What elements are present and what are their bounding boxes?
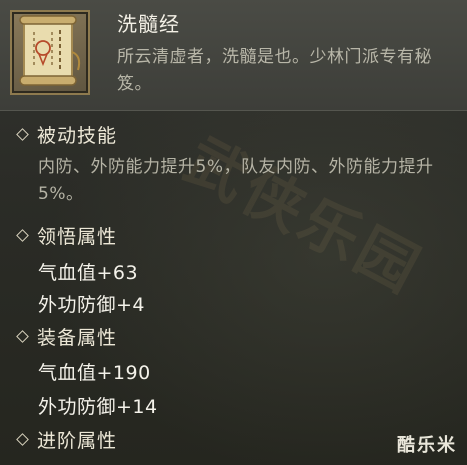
diamond-bullet-icon — [16, 229, 29, 242]
diamond-bullet-icon — [16, 433, 29, 446]
item-name: 洗髓经 — [117, 12, 180, 36]
scroll-icon — [10, 10, 90, 95]
equipment-stat-hp: 气血值+190 — [38, 362, 151, 384]
passive-description: 内防、外防能力提升5%，队友内防、外防能力提升5%。 — [38, 157, 434, 204]
section-title-label: 装备属性 — [37, 327, 118, 349]
item-description: 所云清虚者，洗髓是也。少林门派专有秘笈。 — [117, 47, 432, 94]
diamond-bullet-icon — [16, 330, 29, 343]
comprehension-stat-hp: 气血值+63 — [38, 262, 139, 284]
watermark-text: 武侠乐园 — [173, 125, 433, 308]
item-tooltip: 武侠乐园 洗髓经 所云清虚者，洗髓是也。少林门派专有秘笈。 被动技能 内防、外防… — [0, 0, 467, 465]
section-title-label: 进阶属性 — [37, 430, 118, 452]
section-advanced-title: 进阶属性 — [16, 426, 117, 453]
section-passive-title: 被动技能 — [16, 121, 117, 148]
comprehension-stat-defense: 外功防御+4 — [38, 294, 146, 316]
section-title-label: 被动技能 — [37, 125, 118, 147]
diamond-bullet-icon — [16, 128, 29, 141]
section-equipment-title: 装备属性 — [16, 323, 117, 350]
equipment-stat-defense: 外功防御+14 — [38, 396, 158, 418]
tooltip-header: 洗髓经 所云清虚者，洗髓是也。少林门派专有秘笈。 — [0, 0, 467, 111]
section-title-label: 领悟属性 — [37, 226, 118, 248]
site-logo: 酷乐米 — [397, 435, 457, 456]
section-comprehension-title: 领悟属性 — [16, 222, 117, 249]
